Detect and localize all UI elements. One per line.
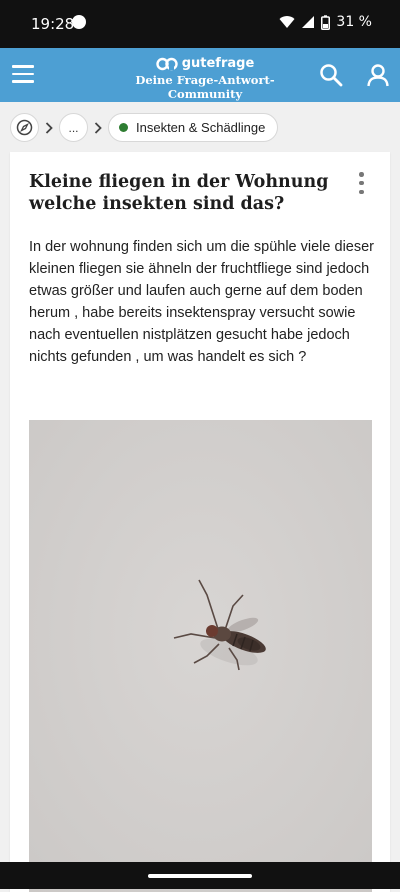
logo-icon bbox=[156, 57, 178, 70]
compass-icon bbox=[16, 119, 33, 136]
category-tag[interactable]: Insekten & Schädlinge bbox=[108, 113, 279, 142]
explore-button[interactable] bbox=[10, 113, 39, 142]
status-icons: 31 % bbox=[279, 14, 372, 30]
question-body: In der wohnung finden sich um die spühle… bbox=[29, 239, 374, 365]
search-icon[interactable] bbox=[318, 62, 344, 88]
user-icon[interactable] bbox=[365, 62, 391, 88]
chevron-right-icon bbox=[45, 121, 53, 134]
breadcrumb: ... Insekten & Schädlinge bbox=[10, 113, 279, 142]
category-dot bbox=[119, 123, 128, 132]
status-time: 19:28 bbox=[31, 15, 75, 33]
question-title: Kleine fliegen in der Wohnung welche ins… bbox=[29, 172, 329, 214]
status-bar: 19:28 31 % bbox=[0, 0, 400, 48]
question-image[interactable] bbox=[29, 420, 372, 892]
wifi-icon bbox=[279, 16, 295, 28]
more-vertical-icon[interactable] bbox=[359, 172, 365, 194]
app-header: gutefrage Deine Frage-Antwort-Community bbox=[0, 48, 400, 102]
category-label: Insekten & Schädlinge bbox=[136, 120, 266, 135]
menu-icon[interactable] bbox=[12, 65, 34, 83]
question-card: Kleine fliegen in der Wohnung welche ins… bbox=[10, 152, 390, 892]
battery-level: 31 % bbox=[336, 14, 372, 30]
battery-icon bbox=[321, 14, 331, 30]
logo[interactable]: gutefrage Deine Frage-Antwort-Community bbox=[110, 56, 300, 101]
notification-icon bbox=[72, 15, 86, 29]
brand-tagline: Deine Frage-Antwort-Community bbox=[135, 73, 275, 101]
breadcrumb-more[interactable]: ... bbox=[59, 113, 88, 142]
fly-photo bbox=[29, 420, 372, 892]
brand-name: gutefrage bbox=[181, 56, 255, 71]
signal-icon bbox=[302, 16, 315, 28]
system-nav-bar bbox=[0, 862, 400, 889]
home-gesture-handle[interactable] bbox=[148, 874, 252, 878]
chevron-right-icon bbox=[94, 121, 102, 134]
